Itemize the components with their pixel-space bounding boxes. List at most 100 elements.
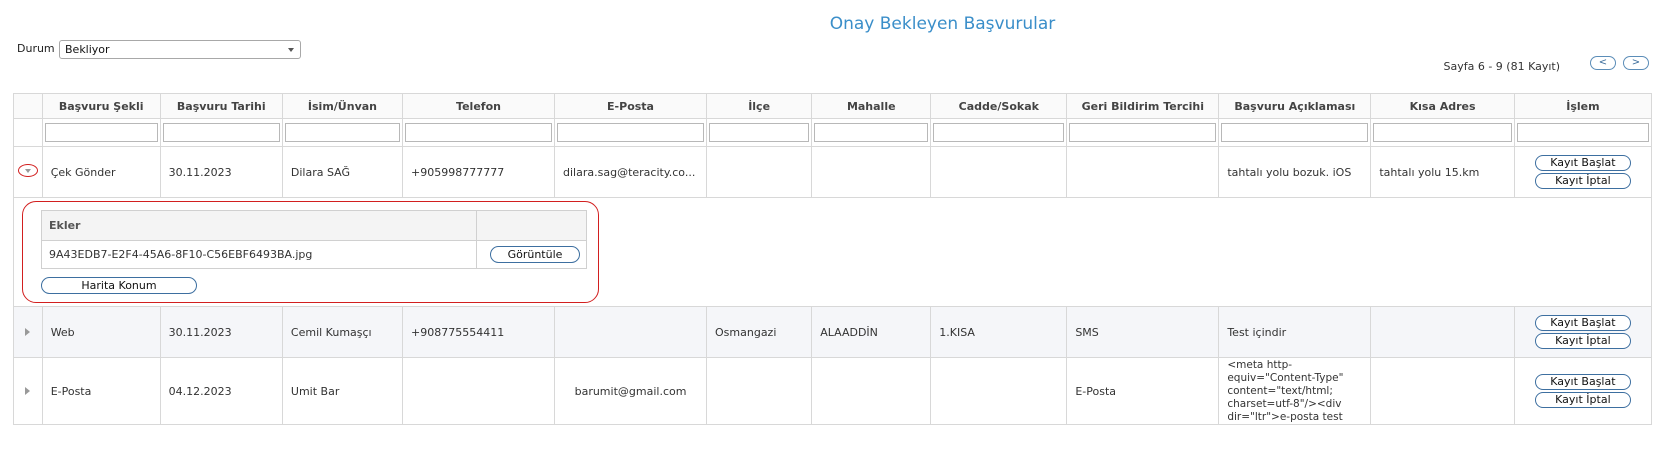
cancel-record-button[interactable]: Kayıt İptal: [1534, 333, 1631, 349]
filter-cell: [41, 118, 161, 147]
column-header-geri-bildirim-tercihi[interactable]: Geri Bildirim Tercihi: [1066, 93, 1220, 119]
filter-cadde-sokak-input[interactable]: [933, 123, 1065, 142]
cell-e-posta: barumit@gmail.com: [554, 357, 708, 425]
column-header-telefon[interactable]: Telefon: [402, 93, 556, 119]
cancel-record-button[interactable]: Kayıt İptal: [1534, 173, 1631, 189]
column-header-isim-unvan[interactable]: İsim/Ünvan: [281, 93, 404, 119]
filter-isim-unvan-input[interactable]: [284, 123, 401, 142]
cell-islem: Kayıt Başlat Kayıt İptal: [1513, 146, 1653, 198]
cell-ilce: Osmangazi: [706, 306, 813, 358]
row-detail-cell: Ekler 9A43EDB7-E2F4-45A6-8F10-C56EBF6493…: [13, 197, 1652, 307]
cell-basvuru-sekli: Çek Gönder: [41, 146, 161, 198]
filter-basvuru-tarihi-input[interactable]: [162, 123, 280, 142]
column-header-cadde-sokak[interactable]: Cadde/Sokak: [930, 93, 1068, 119]
cell-isim-unvan: Dilara SAĞ: [281, 146, 404, 198]
cancel-record-button[interactable]: Kayıt İptal: [1534, 392, 1631, 408]
expand-row-icon[interactable]: [25, 327, 31, 336]
filter-e-posta-input[interactable]: [557, 123, 705, 142]
attachments-table: Ekler 9A43EDB7-E2F4-45A6-8F10-C56EBF6493…: [41, 210, 587, 269]
cell-basvuru-tarihi: 30.11.2023: [159, 146, 283, 198]
filter-kisa-adres-input[interactable]: [1373, 123, 1512, 142]
view-attachment-button[interactable]: Görüntüle: [490, 246, 580, 263]
filter-cell: [706, 118, 813, 147]
cell-islem: Kayıt Başlat Kayıt İptal: [1513, 306, 1653, 358]
filter-cell: [1218, 118, 1372, 147]
column-header-basvuru-aciklamasi[interactable]: Başvuru Açıklaması: [1218, 93, 1372, 119]
cell-e-posta: dilara.sag@teracity.co...: [554, 146, 708, 198]
cell-geri-bildirim: SMS: [1066, 306, 1220, 358]
attachments-header-row: Ekler: [41, 210, 587, 241]
detail-panel: Ekler 9A43EDB7-E2F4-45A6-8F10-C56EBF6493…: [22, 201, 599, 303]
column-header-e-posta[interactable]: E-Posta: [554, 93, 708, 119]
column-header-expander: [13, 93, 43, 119]
cell-isim-unvan: Umit Bar: [281, 357, 404, 425]
map-location-button[interactable]: Harita Konum: [41, 277, 197, 294]
cell-ilce: [706, 146, 813, 198]
cell-aciklama: <meta http-equiv="Content-Type" content=…: [1218, 357, 1372, 425]
cell-ilce: [706, 357, 813, 425]
cell-isim-unvan: Cemil Kumaşçı: [281, 306, 404, 358]
pager-info: Sayfa 6 - 9 (81 Kayıt): [1443, 60, 1560, 73]
status-filter-label: Durum: [17, 42, 55, 55]
cell-kisa-adres: [1370, 357, 1515, 425]
column-header-ilce[interactable]: İlçe: [706, 93, 813, 119]
cell-kisa-adres: [1370, 306, 1515, 358]
cell-cadde-sokak: [930, 357, 1068, 425]
cell-geri-bildirim: [1066, 146, 1220, 198]
filter-mahalle-input[interactable]: [814, 123, 929, 142]
filter-ilce-input[interactable]: [709, 123, 810, 142]
pager-prev-button[interactable]: <: [1590, 56, 1616, 70]
filter-cell: [1066, 118, 1220, 147]
attachment-actions: Görüntüle: [476, 240, 587, 269]
column-header-kisa-adres[interactable]: Kısa Adres: [1370, 93, 1515, 119]
cell-mahalle: [811, 146, 932, 198]
cell-aciklama: tahtalı yolu bozuk. iOS: [1218, 146, 1372, 198]
collapse-row-icon[interactable]: [17, 164, 38, 177]
cell-e-posta: [554, 306, 708, 358]
table-row: Web 30.11.2023 Cemil Kumaşçı +9087755544…: [13, 306, 1653, 358]
cell-cadde-sokak: [930, 146, 1068, 198]
filter-cell: [554, 118, 708, 147]
filter-geri-bildirim-input[interactable]: [1069, 123, 1217, 142]
expand-row-icon[interactable]: [25, 386, 31, 395]
chevron-down-icon: [288, 48, 294, 52]
filter-basvuru-sekli-input[interactable]: [44, 123, 158, 142]
filter-cell: [281, 118, 404, 147]
table-filter-row: [13, 118, 1653, 147]
row-expander-cell: [13, 146, 43, 198]
cell-mahalle: ALAADDİN: [811, 306, 932, 358]
cell-geri-bildirim: E-Posta: [1066, 357, 1220, 425]
row-expander-cell: [13, 357, 43, 425]
applications-table: Başvuru Şekli Başvuru Tarihi İsim/Ünvan …: [13, 93, 1653, 425]
start-record-button[interactable]: Kayıt Başlat: [1534, 374, 1631, 390]
cell-basvuru-sekli: Web: [41, 306, 161, 358]
column-header-mahalle[interactable]: Mahalle: [811, 93, 932, 119]
status-filter-value: Bekliyor: [65, 43, 110, 56]
filter-islem-input[interactable]: [1516, 123, 1649, 142]
attachment-file-name: 9A43EDB7-E2F4-45A6-8F10-C56EBF6493BA.jpg: [41, 240, 477, 269]
table-row: E-Posta 04.12.2023 Umit Bar barumit@gmai…: [13, 357, 1653, 425]
cell-basvuru-sekli: E-Posta: [41, 357, 161, 425]
column-header-basvuru-sekli[interactable]: Başvuru Şekli: [41, 93, 161, 119]
filter-cell: [811, 118, 932, 147]
filter-aciklama-input[interactable]: [1221, 123, 1369, 142]
cell-islem: Kayıt Başlat Kayıt İptal: [1513, 357, 1653, 425]
filter-cell: [1370, 118, 1515, 147]
column-header-basvuru-tarihi[interactable]: Başvuru Tarihi: [159, 93, 283, 119]
cell-basvuru-tarihi: 30.11.2023: [159, 306, 283, 358]
filter-telefon-input[interactable]: [405, 123, 553, 142]
column-header-islem: İşlem: [1513, 93, 1653, 119]
start-record-button[interactable]: Kayıt Başlat: [1534, 155, 1631, 171]
row-detail: Ekler 9A43EDB7-E2F4-45A6-8F10-C56EBF6493…: [13, 197, 1652, 307]
pager-next-button[interactable]: >: [1623, 56, 1649, 70]
cell-cadde-sokak: 1.KISA: [930, 306, 1068, 358]
filter-cell: [159, 118, 283, 147]
attachments-header-empty: [476, 210, 587, 241]
cell-basvuru-tarihi: 04.12.2023: [159, 357, 283, 425]
status-filter-select[interactable]: Bekliyor: [59, 40, 301, 59]
cell-kisa-adres: tahtalı yolu 15.km: [1370, 146, 1515, 198]
start-record-button[interactable]: Kayıt Başlat: [1534, 315, 1631, 331]
attachment-row: 9A43EDB7-E2F4-45A6-8F10-C56EBF6493BA.jpg…: [41, 240, 587, 269]
cell-telefon: +908775554411: [402, 306, 556, 358]
cell-telefon: [402, 357, 556, 425]
